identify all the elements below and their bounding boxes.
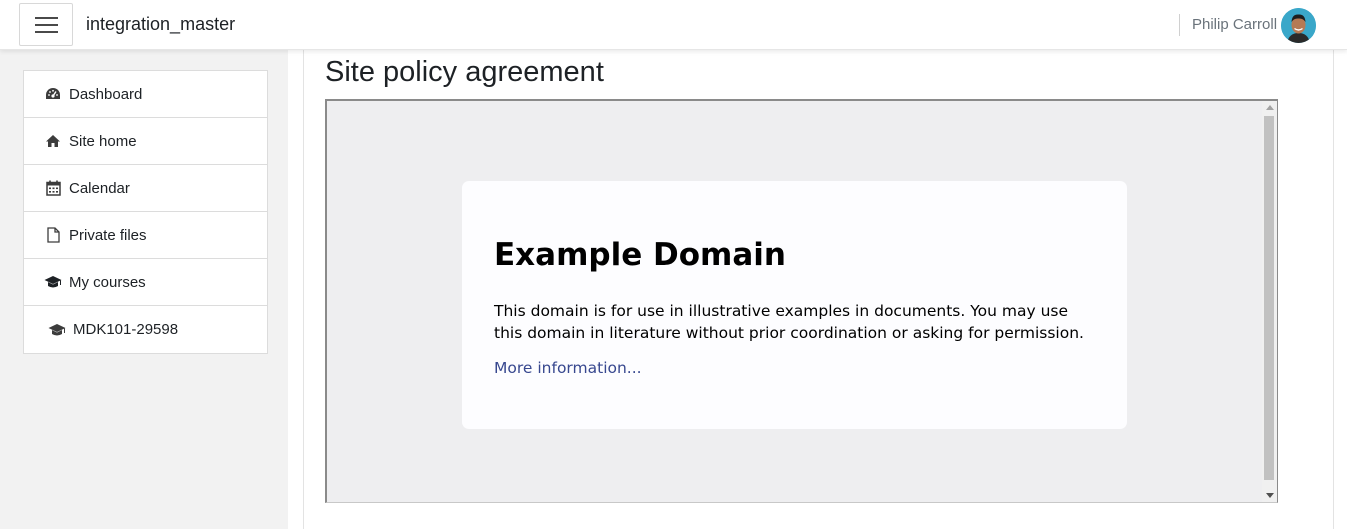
more-information-link[interactable]: More information... [494,359,642,377]
nav-item-label: My courses [69,273,146,291]
domain-body-text: This domain is for use in illustrative e… [494,302,1084,342]
nav-item-label: MDK101-29598 [73,321,179,338]
home-icon [44,133,62,149]
nav-item-my-courses[interactable]: My courses [24,259,267,306]
avatar-image [1281,8,1316,43]
graduation-cap-icon [48,322,66,338]
top-navbar: integration_master Philip Carroll [0,0,1347,50]
main-region: Site policy agreement Example Domain Thi… [303,50,1334,529]
nav-item-site-home[interactable]: Site home [24,118,267,165]
graduation-cap-icon [44,274,62,290]
site-name-link[interactable]: integration_master [86,14,235,35]
nav-list: Dashboard Site home Calendar Private fil… [23,70,268,354]
file-icon [44,227,62,243]
nav-item-label: Dashboard [69,85,143,103]
domain-heading: Example Domain [494,237,786,273]
page-title: Site policy agreement [325,56,604,88]
policy-iframe[interactable]: Example Domain This domain is for use in… [325,99,1278,503]
scroll-up-arrow-icon[interactable] [1266,105,1274,110]
user-menu-name[interactable]: Philip Carroll [1192,16,1277,33]
dashboard-icon [44,86,62,102]
nav-item-label: Site home [69,132,137,150]
hamburger-icon-bar [35,17,58,19]
domain-card: Example Domain This domain is for use in… [462,181,1127,429]
nav-item-dashboard[interactable]: Dashboard [24,71,267,118]
hamburger-icon-bar [35,31,58,33]
nav-item-label: Calendar [69,179,130,197]
scroll-down-arrow-icon[interactable] [1266,493,1274,498]
user-avatar[interactable] [1281,8,1316,43]
iframe-scrollbar[interactable] [1262,101,1277,502]
hamburger-menu-button[interactable] [19,3,73,46]
nav-item-label: Private files [69,226,147,244]
nav-item-calendar[interactable]: Calendar [24,165,267,212]
nav-item-course-mdk101[interactable]: MDK101-29598 [24,306,267,353]
nav-drawer: Dashboard Site home Calendar Private fil… [0,50,288,529]
nav-item-private-files[interactable]: Private files [24,212,267,259]
calendar-icon [44,180,62,196]
navbar-divider [1179,14,1180,36]
hamburger-icon-bar [35,24,58,26]
scroll-thumb[interactable] [1264,116,1274,480]
